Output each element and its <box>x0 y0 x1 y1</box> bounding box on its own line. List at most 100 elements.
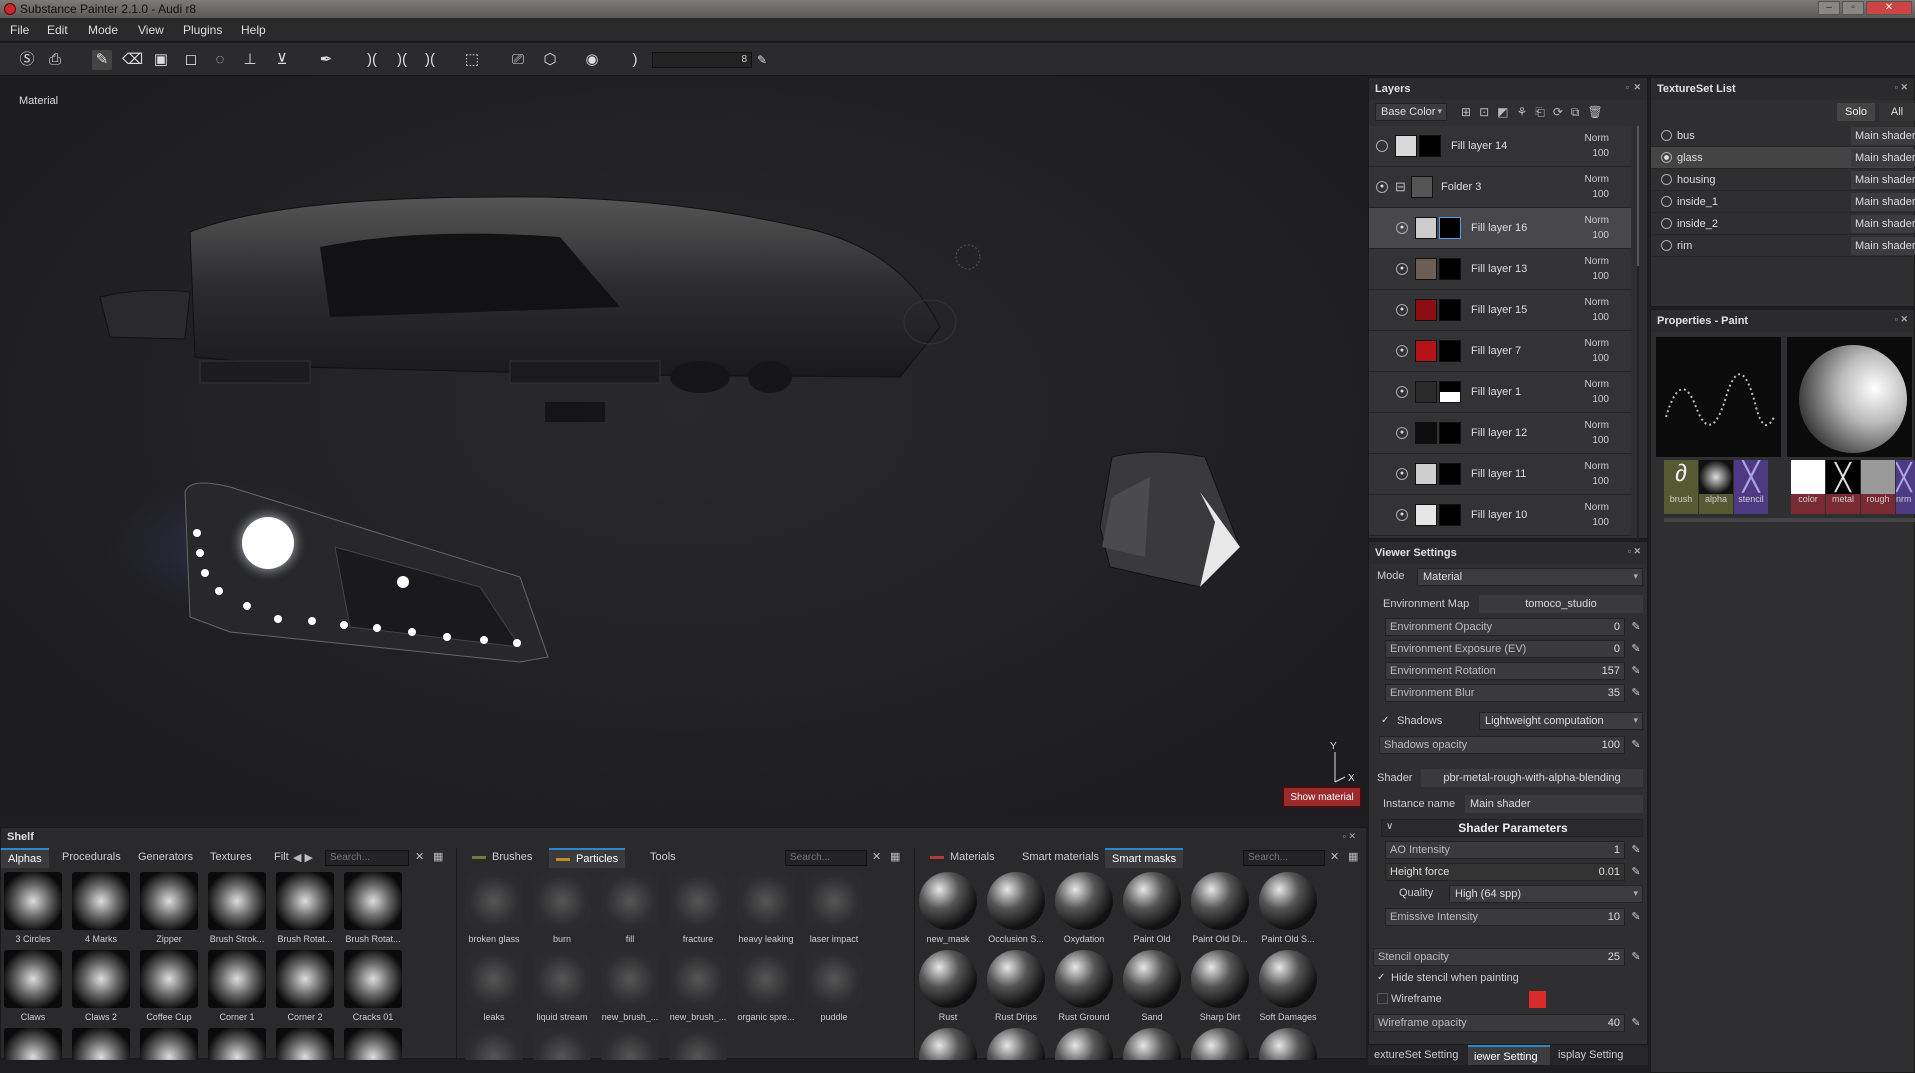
color-picker-icon[interactable]: ✒ <box>316 50 336 70</box>
textureset-row[interactable]: inside_2 Main shader <box>1651 213 1915 235</box>
box-3d-icon[interactable]: ⬡ <box>540 50 560 70</box>
shelf-item[interactable] <box>208 1028 266 1060</box>
edit-pen-icon[interactable]: ✎ <box>1629 642 1643 656</box>
hide-stencil-checkbox[interactable]: ✓ <box>1377 972 1388 983</box>
tab-brushes[interactable]: Brushes <box>465 848 539 868</box>
shelf-item[interactable]: Corner 2 <box>276 950 334 1022</box>
minimize-button[interactable]: – <box>1818 1 1840 15</box>
tab-scroll-arrows-icon[interactable]: ◀ ▶ <box>293 851 313 864</box>
shader-params-section[interactable]: ∨ Shader Parameters <box>1381 819 1643 837</box>
menu-file[interactable]: File <box>10 23 29 37</box>
close-panel-icon[interactable]: ✕ <box>1633 82 1641 93</box>
edit-pen-icon[interactable]: ✎ <box>1629 910 1643 924</box>
env-blur-slider[interactable]: Environment Blur 35 <box>1385 684 1625 702</box>
layer-name[interactable]: Fill layer 12 <box>1471 427 1527 439</box>
close-window-button[interactable]: ✕ <box>1866 1 1912 15</box>
shader-select[interactable]: Main shader <box>1851 193 1915 211</box>
solo-button[interactable]: Solo <box>1837 103 1875 121</box>
shader-select[interactable]: Main shader <box>1851 127 1915 145</box>
layer-row[interactable]: Fill layer 14 Norm 100 <box>1369 126 1631 167</box>
menu-edit[interactable]: Edit <box>47 23 68 37</box>
radio-icon[interactable] <box>1661 240 1672 251</box>
layer-row[interactable]: ● Fill layer 16 Norm 100 <box>1369 208 1631 249</box>
shelf-item[interactable]: 4 Marks <box>72 872 130 944</box>
edit-pen-icon[interactable]: ✎ <box>1629 865 1643 879</box>
shelf-item[interactable]: Corner 1 <box>208 950 266 1022</box>
layer-name[interactable]: Fill layer 10 <box>1471 509 1527 521</box>
quality-dropdown[interactable]: High (64 spp) <box>1449 885 1643 903</box>
tab-smart-masks[interactable]: Smart masks <box>1105 848 1184 868</box>
stencil-opacity-slider[interactable]: Stencil opacity 25 <box>1373 948 1625 966</box>
visibility-eye-icon[interactable]: ● <box>1396 386 1408 398</box>
layer-mask-thumbnail[interactable] <box>1439 258 1461 280</box>
tab-textures[interactable]: Textures <box>203 848 259 868</box>
shelf-item[interactable]: Brush Strok... <box>208 872 266 944</box>
menu-view[interactable]: View <box>138 23 164 37</box>
layer-mask-thumbnail[interactable] <box>1439 381 1461 403</box>
substance-logo-icon[interactable]: Ⓢ <box>17 50 37 70</box>
tab-textureset-settings[interactable]: extureSet Setting <box>1368 1045 1466 1065</box>
shelf-item[interactable]: new_brush_... <box>601 950 659 1022</box>
shelf-item[interactable]: fill <box>601 872 659 944</box>
shelf-item[interactable]: Oxydation <box>1055 872 1113 944</box>
textureset-row[interactable]: bus Main shader <box>1651 125 1915 147</box>
smudge-icon[interactable]: ◌ <box>210 50 230 70</box>
tab-smart-materials[interactable]: Smart materials <box>1015 848 1106 868</box>
eraser-icon[interactable]: ⌫ <box>122 50 143 70</box>
metal-slot[interactable]: ╳ metal <box>1826 460 1860 514</box>
visibility-eye-icon[interactable]: ● <box>1396 222 1408 234</box>
shelf-item[interactable]: Claws 2 <box>72 950 130 1022</box>
shelf-item[interactable]: Sand <box>1123 950 1181 1022</box>
tab-generators[interactable]: Generators <box>131 848 200 868</box>
layer-blend[interactable]: Norm 100 <box>1585 418 1609 448</box>
shelf-item[interactable] <box>1191 1028 1249 1060</box>
edit-pen-icon[interactable]: ✎ <box>1629 620 1643 634</box>
float-panel-icon[interactable]: ▫ ✕ <box>1343 831 1356 842</box>
instance-icon[interactable]: ⟳ <box>1553 105 1571 119</box>
shelf-item[interactable]: Coffee Cup <box>140 950 198 1022</box>
radio-icon[interactable] <box>1661 174 1672 185</box>
add-mask-icon[interactable]: ◩ <box>1497 105 1516 119</box>
layer-name[interactable]: Fill layer 11 <box>1471 468 1526 480</box>
shelf-item[interactable]: Occlusion S... <box>987 872 1045 944</box>
textureset-row[interactable]: housing Main shader <box>1651 169 1915 191</box>
shelf-item[interactable]: new_mask <box>919 872 977 944</box>
edit-pen-icon[interactable]: ✎ <box>1629 1016 1643 1030</box>
menu-plugins[interactable]: Plugins <box>183 23 222 37</box>
layer-blend[interactable]: Norm 100 <box>1585 377 1609 407</box>
stencil-slot[interactable]: ╳ stencil <box>1734 460 1768 514</box>
shelf-item[interactable]: splat <box>601 1028 659 1060</box>
layer-blend[interactable]: Norm 100 <box>1585 131 1609 161</box>
layer-row[interactable]: ● Fill layer 12 Norm 100 <box>1369 413 1631 454</box>
shelf-item[interactable] <box>4 1028 62 1060</box>
3d-viewport[interactable]: Material Y X Show material <box>0 77 1367 815</box>
layer-mask-thumbnail[interactable] <box>1439 463 1461 485</box>
layer-name[interactable]: Fill layer 14 <box>1451 140 1507 152</box>
add-folder-icon[interactable]: ⎗ <box>1535 105 1553 119</box>
shader-select[interactable]: Main shader <box>1851 237 1915 255</box>
shelf-item[interactable] <box>1123 1028 1181 1060</box>
shelf-item[interactable]: Rust Drips <box>987 950 1045 1022</box>
folder-icon[interactable]: ⊟ <box>1395 179 1406 195</box>
shelf-item[interactable]: Brush Rotat... <box>344 872 402 944</box>
radio-icon[interactable] <box>1661 218 1672 229</box>
layer-mask-thumbnail[interactable] <box>1439 340 1461 362</box>
shelf-item[interactable]: rain <box>465 1028 523 1060</box>
add-paint-layer-icon[interactable]: ⊞ <box>1461 105 1479 119</box>
projection-icon[interactable]: ▣ <box>151 50 171 70</box>
shelf-item[interactable] <box>344 1028 402 1060</box>
shadows-opacity-slider[interactable]: Shadows opacity 100 <box>1379 736 1625 754</box>
polygon-fill-icon[interactable]: ◻ <box>181 50 201 70</box>
properties-scrollbar[interactable] <box>1664 518 1915 522</box>
layer-row[interactable]: ● Fill layer 13 Norm 100 <box>1369 249 1631 290</box>
shelf-item[interactable] <box>919 1028 977 1060</box>
particles-search-input[interactable]: Search... <box>785 850 867 866</box>
shelf-item[interactable] <box>1259 1028 1317 1060</box>
color-slot[interactable]: color <box>1791 460 1825 514</box>
textureset-row[interactable]: glass Main shader <box>1651 147 1915 169</box>
shelf-item[interactable]: new_brush_... <box>669 950 727 1022</box>
shelf-item[interactable] <box>276 1028 334 1060</box>
brush-size-edit-icon[interactable]: ✎ <box>752 50 772 70</box>
edit-pen-icon[interactable]: ✎ <box>1629 686 1643 700</box>
layer-mask-thumbnail[interactable] <box>1439 299 1461 321</box>
